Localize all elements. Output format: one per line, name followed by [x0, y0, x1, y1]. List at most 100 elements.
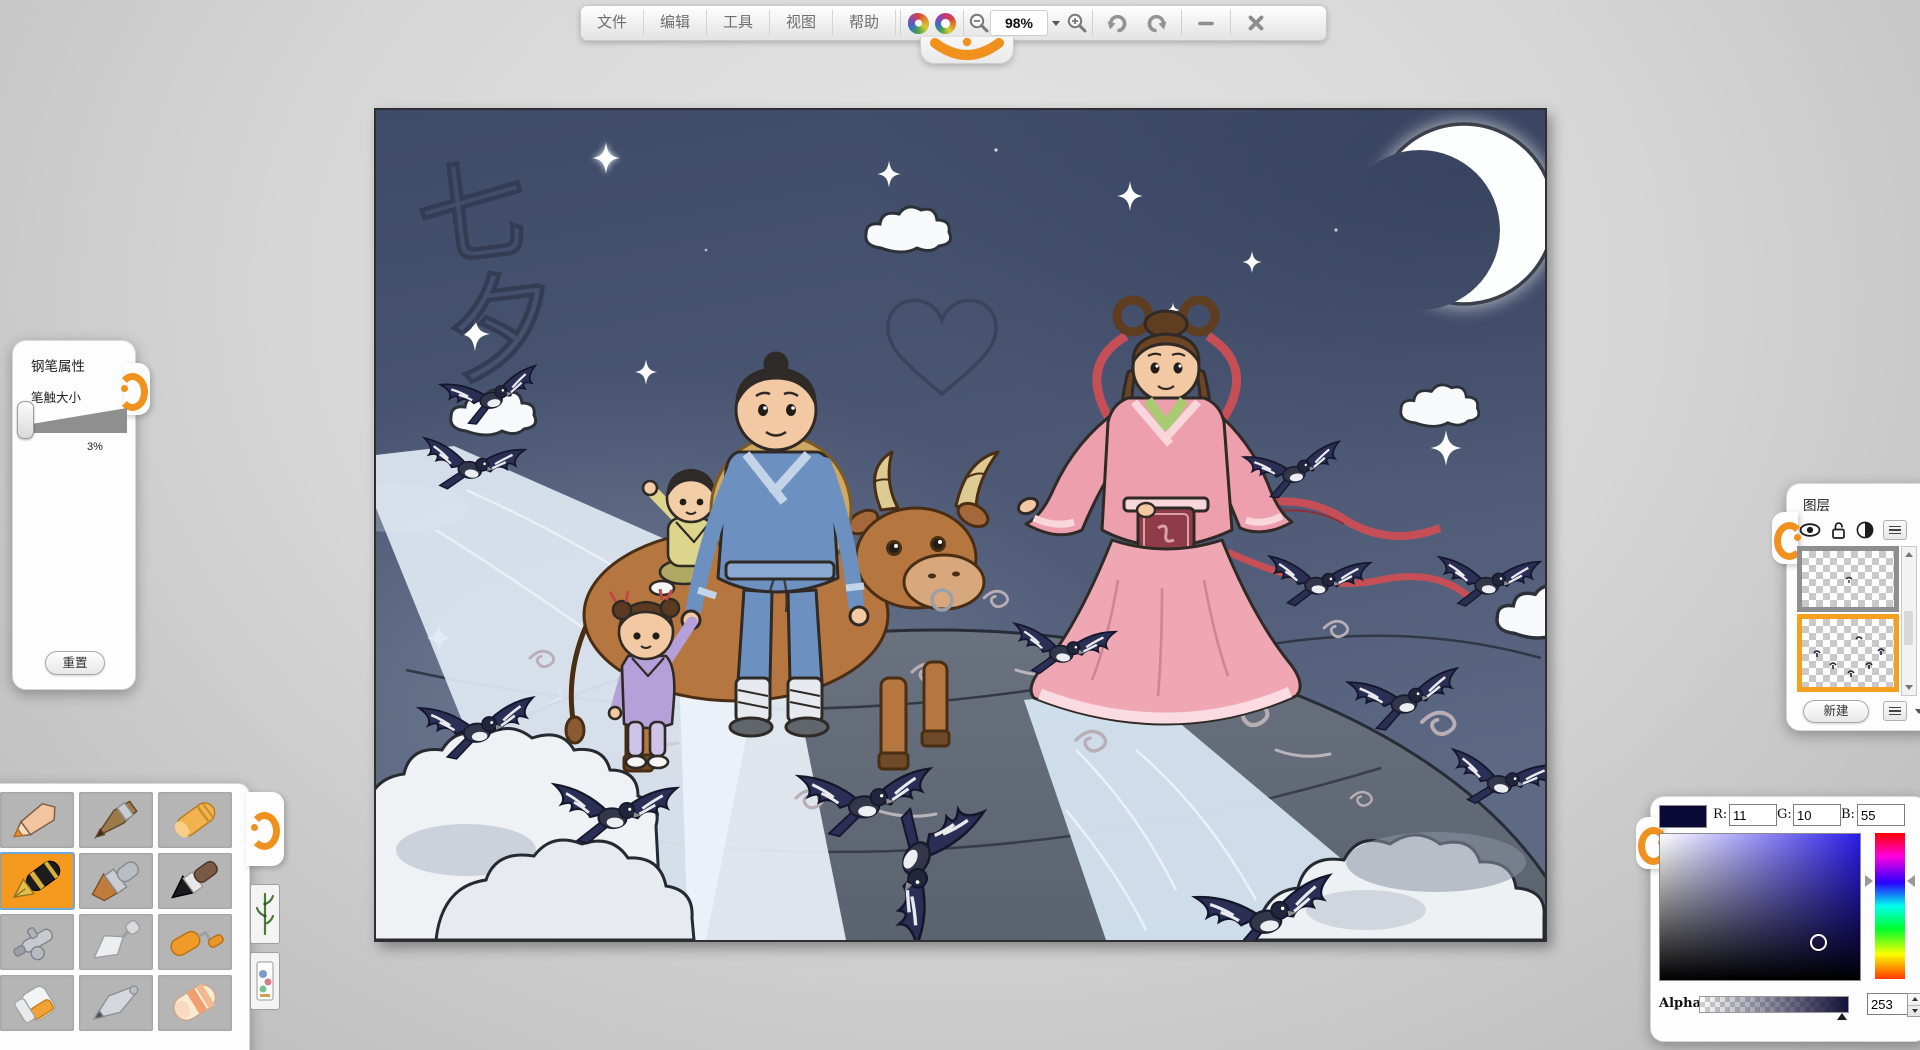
menu-edit[interactable]: 编辑 — [644, 10, 707, 36]
pen-properties-panel: 钢笔属性 笔触大小 3% 重置 — [12, 340, 136, 690]
blend-half-circle-icon[interactable] — [1856, 521, 1874, 539]
blue-input[interactable] — [1857, 804, 1905, 826]
red-label: R: — [1713, 807, 1727, 822]
orange-dot-icon — [251, 824, 258, 831]
main-toolbar: 文件 编辑 工具 视图 帮助 98% — [580, 5, 1327, 41]
toolbar-separator — [1181, 10, 1182, 36]
tool-paint-roller[interactable] — [158, 914, 232, 970]
reset-button[interactable]: 重置 — [45, 651, 105, 675]
tool-flat-brush[interactable] — [79, 853, 153, 909]
redo-icon — [1145, 12, 1169, 34]
scrollbar-thumb[interactable] — [1904, 611, 1913, 645]
layers-panel-title: 图层 — [1803, 494, 1830, 514]
tool-crayon[interactable] — [158, 792, 232, 848]
unlock-icon[interactable] — [1830, 521, 1847, 539]
visibility-eye-icon[interactable] — [1799, 522, 1821, 538]
tool-paint-jar[interactable] — [0, 975, 74, 1031]
alpha-spinner — [1907, 993, 1920, 1017]
toolbar-hide-tab[interactable] — [920, 37, 1014, 64]
color-cursor[interactable] — [1810, 934, 1827, 951]
paint-application: { "toolbar": { "menus": ["文件", "编辑", "工具… — [0, 0, 1920, 1050]
bamboo-brush-button[interactable] — [250, 884, 280, 944]
zoom-in-button[interactable] — [1066, 8, 1088, 38]
app-logo-icon — [921, 37, 1013, 63]
tool-fountain-pen[interactable] — [0, 853, 74, 909]
toolbar-separator — [900, 10, 901, 36]
tool-palette-panel — [0, 783, 250, 1050]
qixi-artwork: 七 夕 — [376, 110, 1545, 940]
stamp-tool-button[interactable] — [250, 952, 280, 1010]
close-button[interactable] — [1235, 8, 1277, 38]
close-icon — [1246, 13, 1266, 33]
tool-ink-brush[interactable] — [158, 853, 232, 909]
layer-list — [1797, 546, 1899, 694]
tool-pencil[interactable] — [0, 792, 74, 848]
brush-size-label: 笔触大小 — [31, 387, 81, 406]
sketch-char-qi: 七 — [410, 147, 534, 282]
layer-list-scrollbar[interactable] — [1901, 546, 1917, 696]
zoom-level-display[interactable]: 98% — [990, 10, 1048, 36]
drawing-canvas[interactable]: 七 夕 — [374, 108, 1547, 942]
red-input[interactable] — [1729, 804, 1777, 826]
undo-button[interactable] — [1097, 8, 1137, 38]
layers-panel: 图层 — [1786, 483, 1920, 731]
layer-row-top[interactable] — [1797, 546, 1899, 612]
hue-marker-left-icon[interactable] — [1865, 875, 1873, 887]
scroll-up-icon[interactable] — [1905, 552, 1913, 557]
brush-size-value: 3% — [75, 441, 115, 453]
layers-panel-handle[interactable] — [1772, 512, 1798, 564]
alpha-marker-icon[interactable] — [1837, 1013, 1847, 1020]
tool-eraser[interactable] — [158, 975, 232, 1031]
sketch-char-xi: 夕 — [438, 259, 567, 399]
layer-thumbnail-birds — [1802, 619, 1894, 687]
bamboo-icon — [255, 890, 275, 938]
rainbow-ring-icon[interactable] — [935, 13, 956, 34]
current-color-swatch[interactable] — [1659, 805, 1707, 828]
stamp-icon — [255, 958, 275, 1004]
zoom-out-icon — [968, 12, 990, 34]
undo-icon — [1105, 12, 1129, 34]
alpha-label: Alpha — [1659, 996, 1701, 1011]
tool-airbrush[interactable] — [0, 914, 74, 970]
alpha-input[interactable] — [1867, 993, 1911, 1015]
menu-file[interactable]: 文件 — [581, 10, 644, 36]
pen-panel-handle[interactable] — [124, 363, 150, 415]
saturation-value-field[interactable] — [1659, 833, 1861, 981]
zoom-out-button[interactable] — [968, 8, 990, 38]
toolbar-separator — [1092, 10, 1093, 36]
orange-handle-icon — [249, 812, 280, 850]
layers-bottom-menu-button[interactable] — [1883, 701, 1907, 721]
zoom-dropdown-caret[interactable] — [1052, 21, 1060, 26]
menu-view[interactable]: 视图 — [770, 10, 833, 36]
menu-tools[interactable]: 工具 — [707, 10, 770, 36]
blue-label: B: — [1841, 807, 1855, 822]
green-input[interactable] — [1793, 804, 1841, 826]
minimize-button[interactable] — [1186, 8, 1226, 38]
new-layer-button[interactable]: 新建 — [1803, 700, 1869, 723]
tool-wood-pen[interactable] — [79, 792, 153, 848]
orange-dot-icon — [121, 385, 128, 392]
redo-button[interactable] — [1137, 8, 1177, 38]
minimize-icon — [1196, 13, 1216, 33]
layer-thumbnail-sketch — [1802, 551, 1894, 607]
spinner-down-icon[interactable] — [1908, 1006, 1920, 1017]
brush-size-slider-track[interactable] — [21, 407, 127, 433]
tool-palette-handle[interactable] — [246, 792, 284, 866]
spinner-up-icon[interactable] — [1908, 994, 1920, 1006]
hue-slider[interactable] — [1875, 833, 1905, 979]
tool-palette-knife[interactable] — [79, 914, 153, 970]
tool-metal-pen[interactable] — [79, 975, 153, 1031]
brush-size-slider-thumb[interactable] — [17, 401, 34, 439]
scroll-down-icon[interactable] — [1905, 685, 1913, 690]
alpha-slider[interactable] — [1699, 996, 1849, 1013]
layer-row-active[interactable] — [1797, 614, 1899, 692]
hue-marker-right-icon[interactable] — [1907, 875, 1915, 887]
rainbow-pen-icon[interactable] — [908, 13, 929, 34]
layer-menu-button[interactable] — [1883, 520, 1907, 540]
menu-help[interactable]: 帮助 — [833, 10, 896, 36]
toolbar-separator — [1230, 10, 1231, 36]
pen-panel-title: 钢笔属性 — [31, 355, 85, 375]
layers-bottom-menu-caret[interactable] — [1915, 709, 1920, 714]
tool-grid — [0, 792, 232, 1031]
green-label: G: — [1777, 807, 1792, 822]
